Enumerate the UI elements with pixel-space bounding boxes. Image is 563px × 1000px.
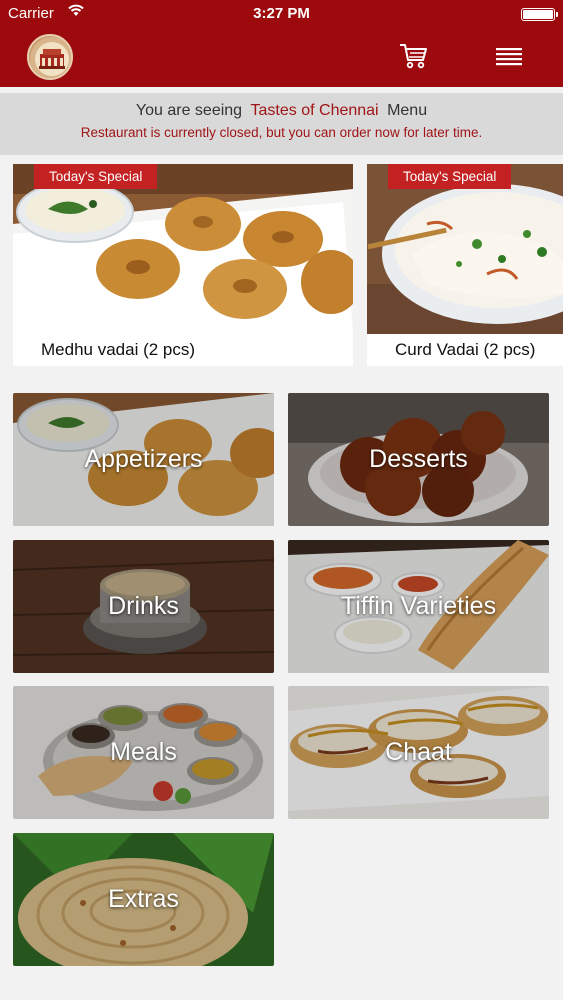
special-item-name: Medhu vadai (2 pcs) xyxy=(41,340,196,359)
battery-icon xyxy=(521,8,558,21)
todays-special-badge: Today's Special xyxy=(388,164,512,189)
special-item-name: Curd Vadai (2 pcs) xyxy=(395,340,536,359)
special-card-medhu-vadai[interactable]: Today's Special Medhu vadai (2 pcs) xyxy=(13,164,353,366)
hamburger-icon xyxy=(494,48,524,72)
banner-suffix: Menu xyxy=(387,102,428,119)
category-appetizers[interactable]: Appetizers xyxy=(13,393,274,526)
restaurant-logo[interactable] xyxy=(27,34,73,80)
restaurant-info-line: You are seeing Tastes of Chennai Menu xyxy=(0,102,563,120)
category-label: Tiffin Varieties xyxy=(340,592,497,620)
curd-vadai-image xyxy=(367,164,563,334)
category-desserts[interactable]: Desserts xyxy=(288,393,549,526)
todays-special-badge: Today's Special xyxy=(34,164,158,189)
category-drinks[interactable]: Drinks xyxy=(13,540,274,673)
cart-icon xyxy=(398,44,428,74)
cart-button[interactable] xyxy=(398,42,428,70)
status-bar: Carrier 3:27 PM xyxy=(0,0,563,28)
category-meals[interactable]: Meals xyxy=(13,686,274,819)
restaurant-status-banner: You are seeing Tastes of Chennai Menu Re… xyxy=(0,93,563,155)
category-label: Drinks xyxy=(108,592,179,620)
banner-prefix: You are seeing xyxy=(135,102,243,119)
category-label: Desserts xyxy=(369,445,468,473)
menu-button[interactable] xyxy=(494,44,524,68)
category-extras[interactable]: Extras xyxy=(13,833,274,966)
special-card-curd-vadai[interactable]: Today's Special Curd Vadai (2 pcs) xyxy=(367,164,563,366)
restaurant-name: Tastes of Chennai xyxy=(250,102,379,119)
category-chaat[interactable]: Chaat xyxy=(288,686,549,819)
closed-notice: Restaurant is currently closed, but you … xyxy=(80,125,483,140)
medhu-vadai-image xyxy=(13,164,353,334)
category-label: Appetizers xyxy=(84,445,203,473)
status-time: 3:27 PM xyxy=(253,5,310,22)
category-label: Chaat xyxy=(385,738,452,766)
category-tiffin-varieties[interactable]: Tiffin Varieties xyxy=(288,540,549,673)
category-label: Extras xyxy=(108,885,179,913)
top-navigation-bar: Carrier 3:27 PM xyxy=(0,0,563,87)
category-label: Meals xyxy=(110,738,177,766)
